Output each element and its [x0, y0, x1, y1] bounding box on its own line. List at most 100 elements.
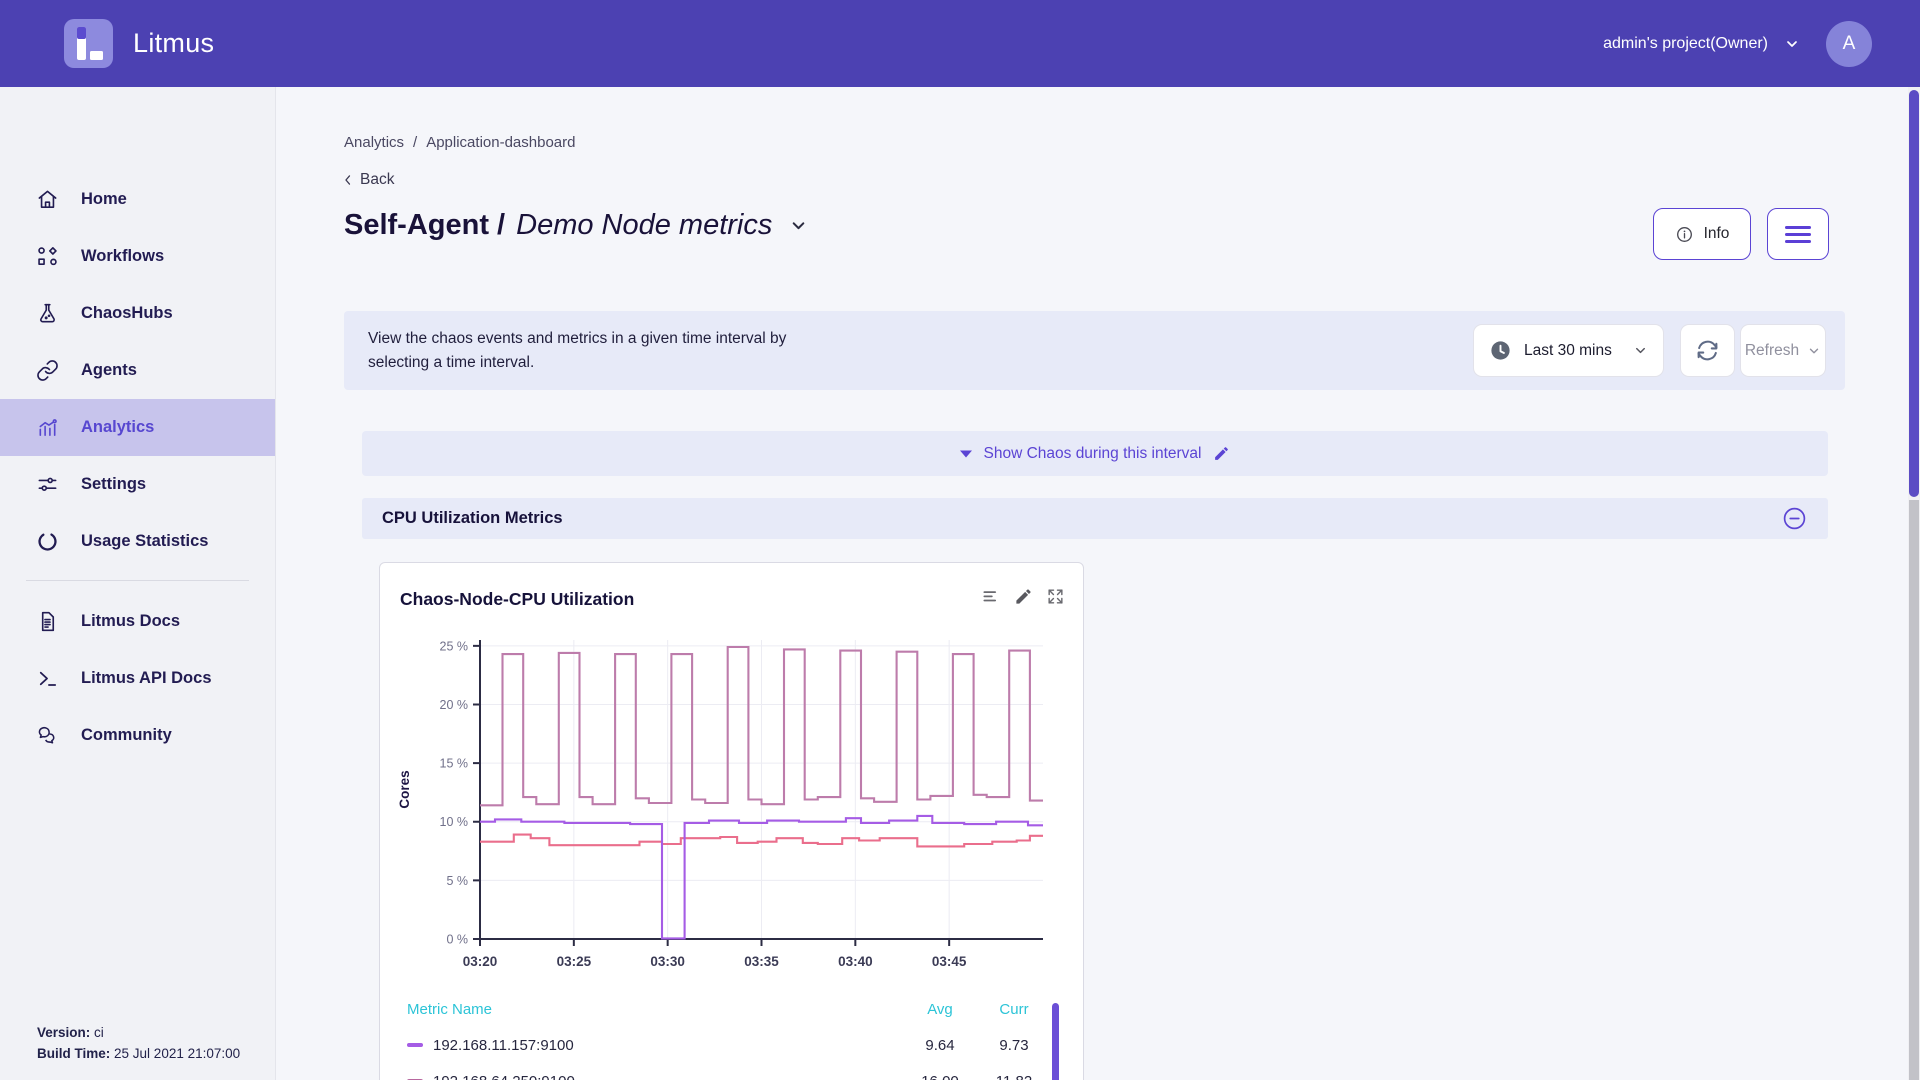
chart-legend: Metric Name Avg Curr 192.168.11.157:9100…	[407, 991, 1051, 1080]
legend-scrollbar[interactable]	[1052, 1003, 1059, 1080]
sidebar-item-label: Litmus Docs	[81, 612, 180, 631]
breadcrumb-application-dashboard[interactable]: Application-dashboard	[426, 134, 575, 151]
svg-text:03:20: 03:20	[463, 954, 498, 969]
document-icon	[36, 610, 59, 633]
clock-icon	[1489, 339, 1512, 362]
legend-header-metric: Metric Name	[407, 1001, 903, 1018]
cpu-utilization-section-header: CPU Utilization Metrics	[362, 498, 1828, 539]
legend-row[interactable]: 192.168.64.250:9100 16.00 11.82	[407, 1063, 1051, 1080]
sidebar: Home Workflows ChaosHubs Agents Analytic…	[0, 87, 276, 1080]
page-title: Self-Agent / Demo Node metrics	[344, 209, 809, 242]
svg-text:20 %: 20 %	[440, 698, 469, 712]
svg-text:0 %: 0 %	[446, 933, 468, 947]
sidebar-item-label: Analytics	[81, 418, 154, 437]
time-interval-banner: View the chaos events and metrics in a g…	[344, 311, 1845, 390]
chart-title: Chaos-Node-CPU Utilization	[400, 589, 634, 610]
svg-text:10 %: 10 %	[440, 815, 469, 829]
sidebar-item-label: Agents	[81, 361, 137, 380]
chart-card: Chaos-Node-CPU Utilization 0 % 5 % 10 % 15 …	[379, 562, 1084, 1080]
chevron-left-icon	[341, 173, 355, 187]
sidebar-item-workflows[interactable]: Workflows	[0, 228, 275, 285]
sidebar-item-settings[interactable]: Settings	[0, 456, 275, 513]
link-icon	[36, 359, 59, 382]
usage-circle-icon	[36, 530, 59, 553]
chart-edit-icon[interactable]	[1014, 587, 1033, 607]
svg-text:5 %: 5 %	[446, 874, 468, 888]
cpu-utilization-chart: 0 % 5 % 10 % 15 % 20 % 25 % 03:20 03:25 03:30 03:…	[388, 627, 1064, 977]
info-button[interactable]: Info	[1653, 208, 1751, 260]
top-bar: Litmus admin's project(Owner) A	[0, 0, 1920, 87]
sidebar-item-analytics[interactable]: Analytics	[0, 399, 275, 456]
legend-row[interactable]: 192.168.11.157:9100 9.64 9.73	[407, 1027, 1051, 1063]
breadcrumb-separator: /	[413, 134, 417, 151]
legend-header-avg: Avg	[903, 1001, 977, 1018]
refresh-interval-dropdown[interactable]: Refresh	[1740, 324, 1826, 377]
svg-text:15 %: 15 %	[440, 757, 469, 771]
project-label: admin's project(Owner)	[1603, 35, 1768, 53]
sidebar-item-litmus-docs[interactable]: Litmus Docs	[0, 593, 275, 650]
refresh-now-button[interactable]	[1680, 324, 1735, 377]
collapse-section-button[interactable]	[1781, 505, 1808, 532]
time-range-dropdown[interactable]: Last 30 mins	[1473, 324, 1664, 377]
dashboard-agent-name: Self-Agent /	[344, 209, 505, 242]
show-chaos-toggle[interactable]: Show Chaos during this interval	[362, 431, 1828, 476]
info-icon	[1675, 225, 1694, 244]
dashboard-name: Demo Node metrics	[516, 209, 772, 242]
svg-text:Cores: Cores	[397, 770, 412, 808]
brand-title: Litmus	[133, 28, 214, 59]
sidebar-item-label: Usage Statistics	[81, 532, 208, 551]
sidebar-item-label: Workflows	[81, 247, 164, 266]
sliders-icon	[36, 473, 59, 496]
dashboard-switch-chevron-icon[interactable]	[788, 215, 809, 236]
dashboard-options-button[interactable]	[1767, 208, 1829, 260]
refresh-icon	[1695, 338, 1720, 363]
page-scrollbar	[1908, 87, 1920, 1080]
home-icon	[36, 188, 59, 211]
svg-text:25 %: 25 %	[440, 639, 469, 653]
hamburger-icon	[1785, 226, 1811, 229]
litmus-app: Litmus admin's project(Owner) A Home Wor…	[0, 0, 1920, 1080]
chart-expand-icon[interactable]	[1046, 587, 1065, 607]
sidebar-item-label: Settings	[81, 475, 146, 494]
legend-header-curr: Curr	[977, 1001, 1051, 1018]
project-switcher[interactable]: admin's project(Owner)	[1603, 35, 1800, 53]
chart-data-source-icon[interactable]	[981, 587, 1001, 607]
breadcrumb: Analytics / Application-dashboard	[344, 134, 575, 151]
sidebar-item-community[interactable]: Community	[0, 707, 275, 764]
sidebar-item-litmus-api-docs[interactable]: Litmus API Docs	[0, 650, 275, 707]
sidebar-item-agents[interactable]: Agents	[0, 342, 275, 399]
litmus-logo-icon	[64, 19, 113, 68]
flask-icon	[36, 302, 59, 325]
sidebar-item-usage-statistics[interactable]: Usage Statistics	[0, 513, 275, 570]
back-button[interactable]: Back	[341, 171, 394, 189]
workflows-icon	[36, 245, 59, 268]
breadcrumb-analytics[interactable]: Analytics	[344, 134, 404, 151]
sidebar-item-label: Litmus API Docs	[81, 669, 212, 688]
svg-text:03:40: 03:40	[838, 954, 873, 969]
svg-text:03:45: 03:45	[932, 954, 967, 969]
svg-text:03:30: 03:30	[650, 954, 685, 969]
version-info: Version: ci Build Time: 25 Jul 2021 21:0…	[37, 1022, 240, 1064]
analytics-icon	[36, 416, 59, 439]
legend-header: Metric Name Avg Curr	[407, 991, 1051, 1027]
triangle-down-icon	[960, 450, 972, 458]
section-title: CPU Utilization Metrics	[382, 509, 1781, 528]
pencil-icon[interactable]	[1213, 445, 1230, 462]
chevron-down-icon	[1633, 343, 1648, 358]
main-content: Analytics / Application-dashboard Back S…	[277, 87, 1920, 1080]
chevron-down-icon	[1807, 344, 1821, 358]
series-swatch	[407, 1043, 423, 1047]
svg-text:03:35: 03:35	[744, 954, 779, 969]
sidebar-item-home[interactable]: Home	[0, 171, 275, 228]
time-range-value: Last 30 mins	[1524, 342, 1621, 360]
sidebar-item-chaoshubs[interactable]: ChaosHubs	[0, 285, 275, 342]
banner-description: View the chaos events and metrics in a g…	[368, 327, 786, 375]
avatar[interactable]: A	[1826, 21, 1872, 67]
sidebar-item-label: ChaosHubs	[81, 304, 173, 323]
sidebar-divider	[26, 580, 249, 581]
sidebar-item-label: Home	[81, 190, 127, 209]
page-scrollbar-thumb[interactable]	[1909, 90, 1919, 497]
sidebar-item-label: Community	[81, 726, 172, 745]
chat-bubbles-icon	[36, 724, 59, 747]
svg-text:03:25: 03:25	[557, 954, 592, 969]
